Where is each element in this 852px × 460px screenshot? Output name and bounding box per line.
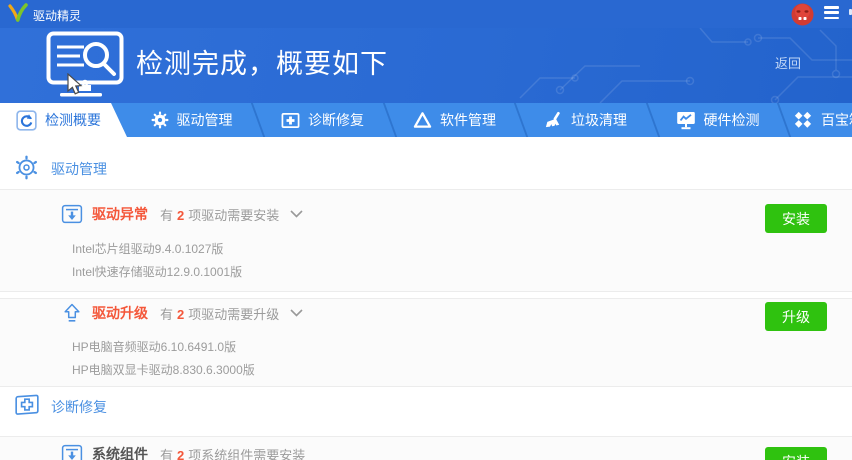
banner-heading: 检测完成，概要如下 [136, 42, 388, 81]
tab-driver-management[interactable]: 驱动管理 [126, 103, 257, 137]
summary-banner: 检测完成，概要如下 返回 [0, 28, 852, 103]
issue-count: 2 [177, 208, 184, 223]
chevron-down-icon[interactable] [290, 309, 303, 317]
triangle-icon [413, 111, 432, 129]
group-header-row: 系统组件 有2项系统组件需要安装 [61, 443, 305, 460]
app-title: 驱动精灵 [33, 7, 81, 24]
group-summary: 有2项驱动需要安装 [160, 205, 279, 224]
group-title: 系统组件 [92, 444, 148, 460]
driver-upgrade-arrow-icon [61, 302, 83, 324]
tab-label: 垃圾清理 [571, 110, 627, 130]
tab-label: 诊断修复 [308, 110, 364, 130]
tab-label: 硬件检测 [704, 110, 760, 130]
install-button[interactable]: 安装 [765, 447, 827, 460]
main-tab-bar: 检测概要 [0, 103, 852, 137]
install-button[interactable]: 安装 [765, 204, 827, 233]
tab-label: 软件管理 [440, 110, 496, 130]
group-summary: 有2项驱动需要升级 [160, 304, 279, 323]
red-avatar-icon[interactable] [790, 2, 815, 27]
driver-upgrade-group: 驱动升级 有2项驱动需要升级 HP电脑音频驱动6.10.6491.0版 HP电脑… [0, 298, 852, 387]
group-header-row: 驱动异常 有2项驱动需要安装 [61, 203, 303, 225]
scan-complete-monitor-icon [46, 31, 128, 99]
tab-software-management[interactable]: 软件管理 [389, 103, 520, 137]
upgrade-button[interactable]: 升级 [765, 302, 827, 331]
group-title: 驱动升级 [92, 303, 148, 323]
monitor-chart-icon [676, 110, 696, 130]
section-title: 驱动管理 [51, 159, 107, 179]
gear-icon [151, 111, 169, 129]
issue-count: 2 [177, 448, 184, 460]
refresh-doc-icon [16, 110, 37, 131]
chevron-down-icon[interactable] [290, 210, 303, 218]
tab-label: 百宝箱 [821, 110, 852, 130]
driver-detail-item: HP电脑双显卡驱动8.830.6.3000版 [72, 361, 255, 378]
section-title: 诊断修复 [51, 397, 107, 417]
driver-detail-item: Intel芯片组驱动9.4.0.1027版 [72, 240, 223, 257]
tab-garbage-cleanup[interactable]: 垃圾清理 [520, 103, 651, 137]
component-install-box-icon [61, 443, 83, 460]
repair-window-icon [281, 111, 300, 130]
mouse-cursor-icon [66, 73, 86, 97]
group-title: 驱动异常 [92, 204, 148, 224]
driver-install-box-icon [61, 203, 83, 225]
broom-icon [544, 111, 563, 130]
tab-toolbox[interactable]: 百宝箱 [783, 103, 852, 137]
group-header-row: 驱动升级 有2项驱动需要升级 [61, 302, 303, 324]
tab-detection-summary[interactable]: 检测概要 [0, 103, 127, 137]
back-button[interactable]: 返回 [775, 53, 801, 72]
driver-detail-item: Intel快速存储驱动12.9.0.1001版 [72, 263, 242, 280]
title-bar: 驱动精灵 [0, 0, 852, 28]
app-logo-icon [7, 3, 29, 25]
section-diagnosis-repair-header: 诊断修复 [0, 391, 852, 421]
tab-hardware-detection[interactable]: 硬件检测 [652, 103, 783, 137]
tab-label: 驱动管理 [177, 110, 233, 130]
hamburger-menu-icon[interactable] [824, 6, 839, 20]
group-summary: 有2项系统组件需要安装 [160, 445, 305, 460]
driver-abnormal-group: 驱动异常 有2项驱动需要安装 Intel芯片组驱动9.4.0.1027版 Int… [0, 189, 852, 292]
toolbox-icon [793, 111, 813, 130]
issue-count: 2 [177, 307, 184, 322]
driver-detail-item: HP电脑音频驱动6.10.6491.0版 [72, 338, 236, 355]
system-components-group: 系统组件 有2项系统组件需要安装 安装 [0, 436, 852, 460]
gear-outline-icon [14, 155, 39, 180]
repair-window-outline-icon [14, 391, 40, 417]
section-driver-management-header: 驱动管理 [0, 155, 852, 185]
tab-diagnosis-repair[interactable]: 诊断修复 [257, 103, 388, 137]
app-window: 驱动精灵 [0, 0, 852, 460]
tab-label: 检测概要 [45, 110, 101, 130]
